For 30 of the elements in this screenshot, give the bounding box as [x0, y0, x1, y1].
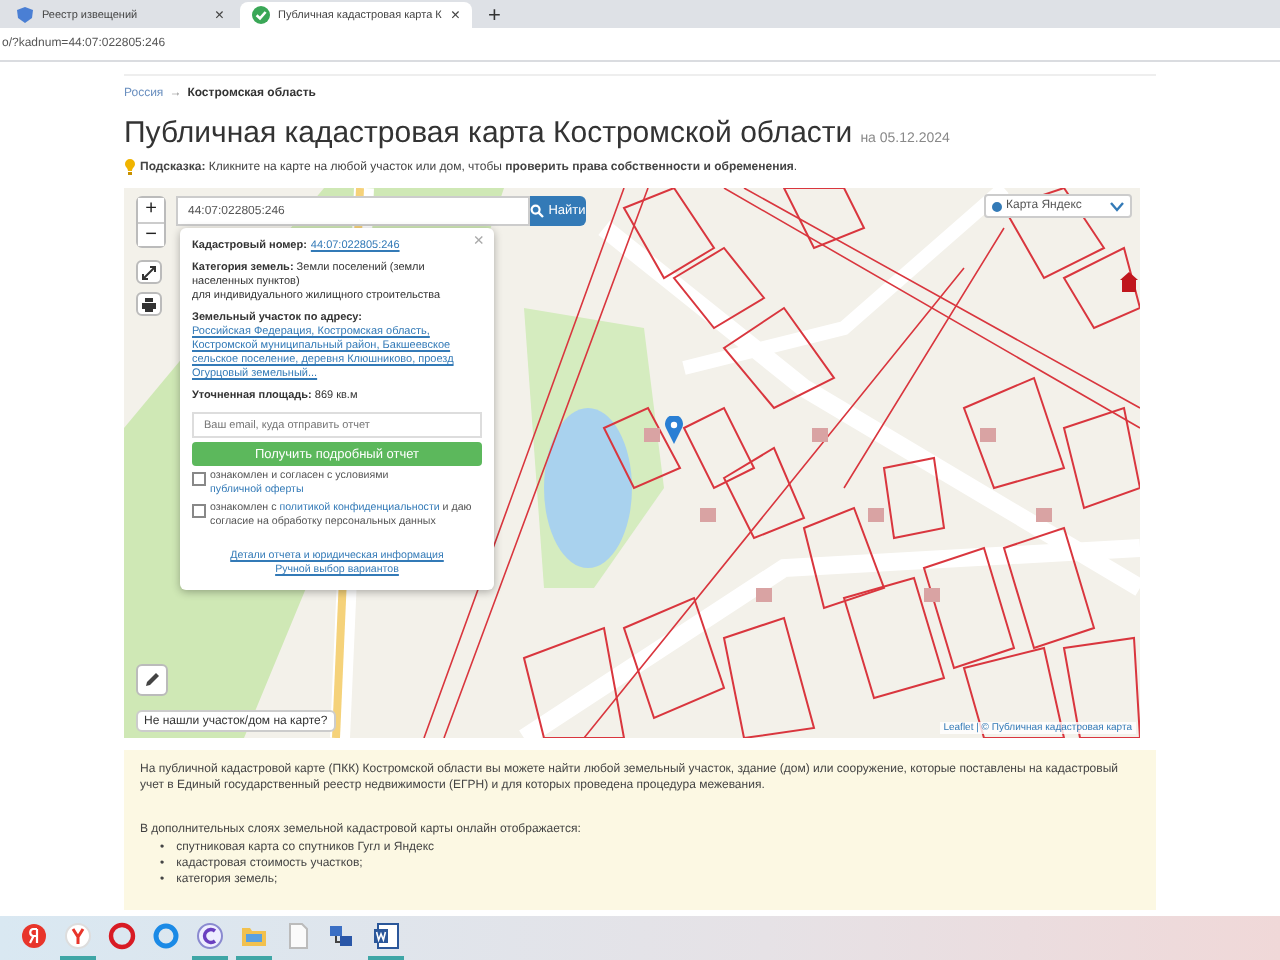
house-icon — [1120, 272, 1138, 292]
app-icon — [152, 922, 180, 950]
app-icon — [108, 922, 136, 950]
draw-button[interactable] — [136, 664, 168, 696]
radio-button[interactable] — [992, 201, 1002, 211]
checkbox[interactable] — [192, 472, 206, 486]
close-icon[interactable]: × — [214, 7, 224, 23]
app-icon — [196, 922, 224, 950]
page-title: Публичная кадастровая карта Костромской области — [124, 116, 853, 150]
new-tab-button[interactable]: + — [476, 4, 513, 28]
pencil-icon — [144, 672, 160, 688]
lightbulb-icon — [124, 158, 136, 176]
fullscreen-button[interactable] — [136, 260, 162, 284]
print-button[interactable] — [136, 292, 162, 316]
search-icon — [530, 204, 545, 218]
app-icon — [64, 922, 92, 950]
printer-icon — [142, 297, 156, 311]
zoom-out-button[interactable]: − — [138, 222, 164, 246]
check-circle-icon — [252, 6, 270, 24]
close-icon[interactable]: × — [450, 7, 460, 23]
location-pin-icon — [664, 416, 684, 444]
app-icon — [240, 922, 268, 950]
app-icon — [284, 922, 312, 950]
app-icon — [20, 922, 48, 950]
app-icon — [372, 922, 400, 950]
shield-icon — [16, 6, 34, 24]
expand-arrows-icon — [142, 265, 156, 279]
checkbox[interactable] — [192, 504, 206, 518]
chevron-down-icon — [1110, 201, 1124, 211]
app-icon — [328, 922, 356, 950]
